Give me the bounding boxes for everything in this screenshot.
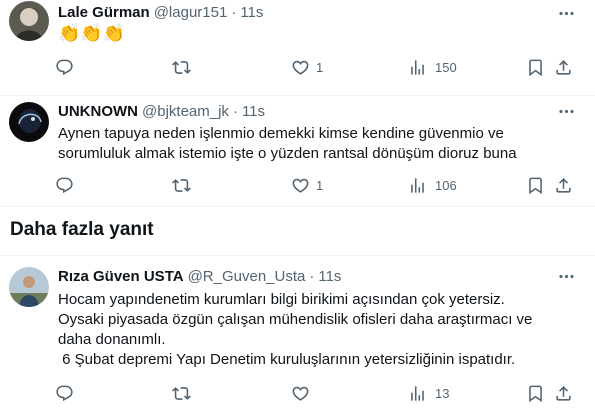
heart-icon	[291, 384, 310, 403]
retweet-icon	[172, 176, 191, 195]
timestamp[interactable]: 11s	[242, 103, 265, 120]
share-icon	[554, 384, 573, 403]
tweet-text: Aynen tapuya neden işlenmio demekki kims…	[58, 125, 517, 162]
retweet-button[interactable]	[172, 381, 191, 405]
views-button[interactable]: 13	[408, 381, 449, 405]
heart-icon	[291, 58, 310, 77]
reply-button[interactable]	[55, 381, 74, 405]
view-count: 106	[435, 177, 457, 193]
divider	[0, 206, 595, 207]
reply-icon	[55, 176, 74, 195]
reply-feed: Lale Gürman @lagur151 · 11s 👏👏👏 1 150 UN…	[0, 0, 595, 415]
tweet-header: UNKNOWN @bjkteam_jk · 11s	[58, 101, 265, 121]
retweet-button[interactable]	[172, 173, 191, 197]
separator-dot: ·	[232, 102, 238, 120]
user-name[interactable]: Rıza Güven USTA	[58, 268, 184, 285]
tweet-text: 👏👏👏	[58, 23, 126, 43]
bookmark-icon	[526, 58, 545, 77]
user-handle[interactable]: @lagur151	[154, 4, 228, 21]
timestamp[interactable]: 11s	[318, 268, 341, 285]
share-icon	[554, 176, 573, 195]
reply-button[interactable]	[55, 55, 74, 79]
share-button[interactable]	[554, 173, 573, 197]
like-button[interactable]	[291, 381, 316, 405]
tweet-unknown[interactable]: UNKNOWN @bjkteam_jk · 11s Aynen tapuya n…	[0, 96, 595, 206]
retweet-icon	[172, 58, 191, 77]
bookmark-button[interactable]	[526, 381, 545, 405]
share-button[interactable]	[554, 381, 573, 405]
views-button[interactable]: 106	[408, 173, 457, 197]
heart-icon	[291, 176, 310, 195]
reply-icon	[55, 58, 74, 77]
retweet-icon	[172, 384, 191, 403]
user-handle[interactable]: @bjkteam_jk	[142, 103, 229, 120]
avatar[interactable]	[9, 102, 49, 142]
share-icon	[554, 58, 573, 77]
views-icon	[408, 384, 427, 403]
bookmark-button[interactable]	[526, 55, 545, 79]
reply-button[interactable]	[55, 173, 74, 197]
tweet-header: Lale Gürman @lagur151 · 11s	[58, 2, 263, 22]
tweet-actions: 1 106	[55, 173, 585, 197]
timestamp[interactable]: 11s	[240, 4, 263, 21]
user-handle[interactable]: @R_Guven_Usta	[188, 268, 306, 285]
more-icon[interactable]	[555, 100, 577, 122]
retweet-button[interactable]	[172, 55, 191, 79]
user-name[interactable]: Lale Gürman	[58, 4, 150, 21]
tweet-actions: 1 150	[55, 55, 585, 79]
tweet-lale[interactable]: Lale Gürman @lagur151 · 11s 👏👏👏 1 150	[0, 0, 595, 95]
tweet-header: Rıza Güven USTA @R_Guven_Usta · 11s	[58, 266, 341, 286]
like-button[interactable]: 1	[291, 173, 323, 197]
bookmark-icon	[526, 176, 545, 195]
like-count: 1	[316, 177, 324, 193]
section-title: Daha fazla yanıt	[10, 219, 154, 240]
avatar[interactable]	[9, 267, 49, 307]
views-button[interactable]: 150	[408, 55, 457, 79]
bookmark-icon	[526, 384, 545, 403]
share-button[interactable]	[554, 55, 573, 79]
views-icon	[408, 176, 427, 195]
separator-dot: ·	[231, 3, 237, 21]
avatar[interactable]	[9, 1, 49, 41]
tweet-actions: 13	[55, 381, 585, 405]
separator-dot: ·	[309, 267, 315, 285]
like-button[interactable]: 1	[291, 55, 323, 79]
view-count: 150	[435, 59, 457, 75]
more-icon[interactable]	[555, 265, 577, 287]
tweet-text: Hocam yapındenetim kurumları bilgi birik…	[58, 291, 533, 368]
like-count: 1	[316, 59, 324, 75]
bookmark-button[interactable]	[526, 173, 545, 197]
reply-icon	[55, 384, 74, 403]
tweet-riza[interactable]: Rıza Güven USTA @R_Guven_Usta · 11s Hoca…	[0, 256, 595, 415]
more-icon[interactable]	[555, 2, 577, 24]
views-icon	[408, 58, 427, 77]
view-count: 13	[435, 385, 450, 401]
user-name[interactable]: UNKNOWN	[58, 103, 138, 120]
